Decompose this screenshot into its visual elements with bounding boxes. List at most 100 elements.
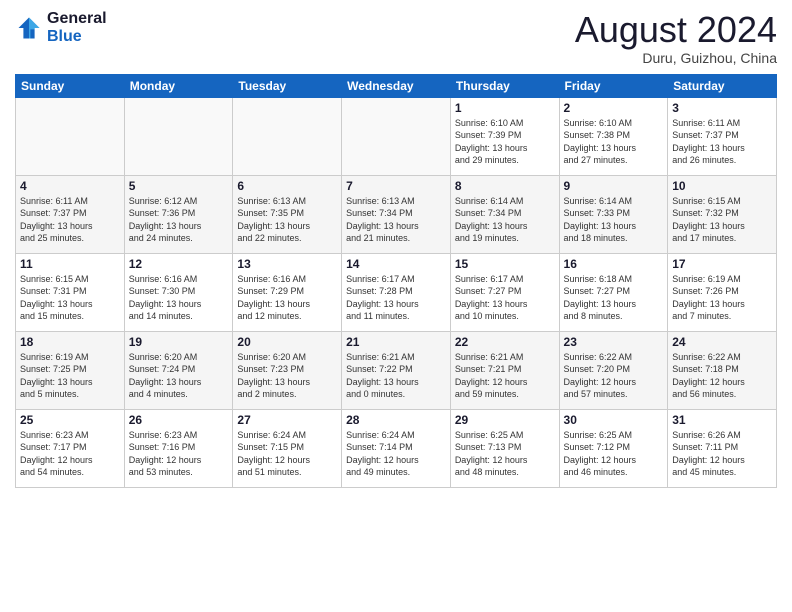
day-number: 4 [20,179,120,193]
day-info: Sunrise: 6:19 AM Sunset: 7:26 PM Dayligh… [672,273,772,323]
weekday-thursday: Thursday [450,74,559,97]
day-info: Sunrise: 6:26 AM Sunset: 7:11 PM Dayligh… [672,429,772,479]
day-info: Sunrise: 6:11 AM Sunset: 7:37 PM Dayligh… [20,195,120,245]
day-number: 15 [455,257,555,271]
calendar-cell: 29 Sunrise: 6:25 AM Sunset: 7:13 PM Dayli… [450,409,559,487]
day-info: Sunrise: 6:25 AM Sunset: 7:12 PM Dayligh… [564,429,664,479]
weekday-friday: Friday [559,74,668,97]
day-info: Sunrise: 6:22 AM Sunset: 7:20 PM Dayligh… [564,351,664,401]
calendar-cell: 2 Sunrise: 6:10 AM Sunset: 7:38 PM Daylig… [559,97,668,175]
day-number: 23 [564,335,664,349]
day-info: Sunrise: 6:10 AM Sunset: 7:39 PM Dayligh… [455,117,555,167]
day-info: Sunrise: 6:14 AM Sunset: 7:33 PM Dayligh… [564,195,664,245]
day-number: 20 [237,335,337,349]
calendar-cell: 24Sunrise: 6:22 AM Sunset: 7:18 PM Dayli… [668,331,777,409]
day-number: 21 [346,335,446,349]
calendar-cell: 13Sunrise: 6:16 AM Sunset: 7:29 PM Dayli… [233,253,342,331]
day-number: 10 [672,179,772,193]
day-number: 28 [346,413,446,427]
day-info: Sunrise: 6:10 AM Sunset: 7:38 PM Dayligh… [564,117,664,167]
day-number: 16 [564,257,664,271]
header: General Blue August 2024 Duru, Guizhou, … [15,10,777,66]
calendar-cell: 12 Sunrise: 6:16 AM Sunset: 7:30 PM Dayli… [124,253,233,331]
logo-text: General Blue [47,10,107,46]
calendar-cell: 4 Sunrise: 6:11 AM Sunset: 7:37 PM Daylig… [16,175,125,253]
day-info: Sunrise: 6:13 AM Sunset: 7:35 PM Dayligh… [237,195,337,245]
calendar-cell: 3 Sunrise: 6:11 AM Sunset: 7:37 PM Daylig… [668,97,777,175]
weekday-header: SundayMondayTuesdayWednesdayThursdayFrid… [16,74,777,97]
calendar-cell: 8Sunrise: 6:14 AM Sunset: 7:34 PM Daylig… [450,175,559,253]
calendar-cell: 11Sunrise: 6:15 AM Sunset: 7:31 PM Dayli… [16,253,125,331]
day-number: 29 [455,413,555,427]
calendar-cell: 18Sunrise: 6:19 AM Sunset: 7:25 PM Dayli… [16,331,125,409]
day-info: Sunrise: 6:24 AM Sunset: 7:14 PM Dayligh… [346,429,446,479]
week-row-2: 4 Sunrise: 6:11 AM Sunset: 7:37 PM Daylig… [16,175,777,253]
week-row-4: 18Sunrise: 6:19 AM Sunset: 7:25 PM Dayli… [16,331,777,409]
calendar-cell [233,97,342,175]
day-number: 3 [672,101,772,115]
weekday-monday: Monday [124,74,233,97]
day-info: Sunrise: 6:16 AM Sunset: 7:30 PM Dayligh… [129,273,229,323]
calendar-cell: 31 Sunrise: 6:26 AM Sunset: 7:11 PM Dayli… [668,409,777,487]
day-number: 12 [129,257,229,271]
calendar-table: SundayMondayTuesdayWednesdayThursdayFrid… [15,74,777,488]
day-info: Sunrise: 6:23 AM Sunset: 7:16 PM Dayligh… [129,429,229,479]
day-info: Sunrise: 6:17 AM Sunset: 7:27 PM Dayligh… [455,273,555,323]
day-number: 31 [672,413,772,427]
calendar-cell: 20Sunrise: 6:20 AM Sunset: 7:23 PM Dayli… [233,331,342,409]
week-row-3: 11Sunrise: 6:15 AM Sunset: 7:31 PM Dayli… [16,253,777,331]
calendar-cell: 6 Sunrise: 6:13 AM Sunset: 7:35 PM Daylig… [233,175,342,253]
day-info: Sunrise: 6:18 AM Sunset: 7:27 PM Dayligh… [564,273,664,323]
weekday-wednesday: Wednesday [342,74,451,97]
logo-icon [15,14,43,42]
calendar-cell: 5Sunrise: 6:12 AM Sunset: 7:36 PM Daylig… [124,175,233,253]
day-info: Sunrise: 6:13 AM Sunset: 7:34 PM Dayligh… [346,195,446,245]
title-block: August 2024 Duru, Guizhou, China [575,10,777,66]
day-number: 27 [237,413,337,427]
day-info: Sunrise: 6:15 AM Sunset: 7:31 PM Dayligh… [20,273,120,323]
calendar-cell: 26Sunrise: 6:23 AM Sunset: 7:16 PM Dayli… [124,409,233,487]
calendar-cell: 27 Sunrise: 6:24 AM Sunset: 7:15 PM Dayli… [233,409,342,487]
calendar-cell [124,97,233,175]
day-number: 9 [564,179,664,193]
day-number: 30 [564,413,664,427]
day-info: Sunrise: 6:14 AM Sunset: 7:34 PM Dayligh… [455,195,555,245]
day-number: 13 [237,257,337,271]
calendar-cell: 15 Sunrise: 6:17 AM Sunset: 7:27 PM Dayli… [450,253,559,331]
day-number: 2 [564,101,664,115]
calendar-cell: 17 Sunrise: 6:19 AM Sunset: 7:26 PM Dayli… [668,253,777,331]
day-number: 6 [237,179,337,193]
day-number: 5 [129,179,229,193]
day-number: 22 [455,335,555,349]
logo: General Blue [15,10,107,46]
calendar-cell: 23 Sunrise: 6:22 AM Sunset: 7:20 PM Dayli… [559,331,668,409]
calendar-title: August 2024 [575,10,777,50]
calendar-cell: 16 Sunrise: 6:18 AM Sunset: 7:27 PM Dayli… [559,253,668,331]
day-info: Sunrise: 6:17 AM Sunset: 7:28 PM Dayligh… [346,273,446,323]
calendar-cell: 25Sunrise: 6:23 AM Sunset: 7:17 PM Dayli… [16,409,125,487]
week-row-5: 25Sunrise: 6:23 AM Sunset: 7:17 PM Dayli… [16,409,777,487]
weekday-saturday: Saturday [668,74,777,97]
day-info: Sunrise: 6:24 AM Sunset: 7:15 PM Dayligh… [237,429,337,479]
calendar-page: General Blue August 2024 Duru, Guizhou, … [0,0,792,612]
calendar-cell: 22Sunrise: 6:21 AM Sunset: 7:21 PM Dayli… [450,331,559,409]
week-row-1: 1 Sunrise: 6:10 AM Sunset: 7:39 PM Daylig… [16,97,777,175]
day-number: 1 [455,101,555,115]
calendar-cell: 7 Sunrise: 6:13 AM Sunset: 7:34 PM Daylig… [342,175,451,253]
day-number: 19 [129,335,229,349]
calendar-cell: 30 Sunrise: 6:25 AM Sunset: 7:12 PM Dayli… [559,409,668,487]
calendar-cell [342,97,451,175]
calendar-cell: 21Sunrise: 6:21 AM Sunset: 7:22 PM Dayli… [342,331,451,409]
day-info: Sunrise: 6:25 AM Sunset: 7:13 PM Dayligh… [455,429,555,479]
day-info: Sunrise: 6:11 AM Sunset: 7:37 PM Dayligh… [672,117,772,167]
calendar-cell: 1 Sunrise: 6:10 AM Sunset: 7:39 PM Daylig… [450,97,559,175]
day-number: 7 [346,179,446,193]
day-number: 25 [20,413,120,427]
calendar-cell: 14Sunrise: 6:17 AM Sunset: 7:28 PM Dayli… [342,253,451,331]
calendar-subtitle: Duru, Guizhou, China [575,50,777,66]
calendar-cell: 28 Sunrise: 6:24 AM Sunset: 7:14 PM Dayli… [342,409,451,487]
calendar-cell: 9 Sunrise: 6:14 AM Sunset: 7:33 PM Daylig… [559,175,668,253]
day-number: 17 [672,257,772,271]
calendar-cell: 10Sunrise: 6:15 AM Sunset: 7:32 PM Dayli… [668,175,777,253]
day-info: Sunrise: 6:22 AM Sunset: 7:18 PM Dayligh… [672,351,772,401]
